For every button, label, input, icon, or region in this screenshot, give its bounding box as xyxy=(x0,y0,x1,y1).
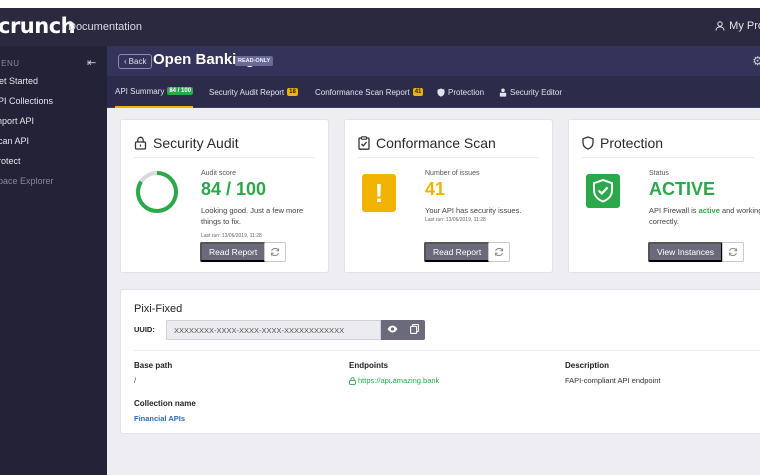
tab-conformance-scan-report-label: Conformance Scan Report xyxy=(315,87,410,97)
sidebar-item-protect[interactable]: Protect xyxy=(0,156,21,166)
tab-security-audit-report[interactable]: Security Audit Report 18 xyxy=(209,76,298,108)
api-name: Pixi-Fixed xyxy=(134,303,183,315)
tab-conformance-scan-report[interactable]: Conformance Scan Report 41 xyxy=(315,76,424,108)
top-navbar: crunch Documentation My Pro xyxy=(0,8,760,46)
audit-score-value: 84 / 100 xyxy=(201,179,267,199)
documentation-link[interactable]: Documentation xyxy=(68,21,142,33)
endpoint-link[interactable]: https://api.amazing.bank xyxy=(349,376,439,385)
audit-read-report-button[interactable]: Read Report xyxy=(200,242,267,262)
endpoint-url: https://api.amazing.bank xyxy=(358,376,440,385)
tab-security-editor-label: Security Editor xyxy=(510,87,563,97)
app-logo[interactable]: crunch xyxy=(0,14,76,38)
scan-issues-label: Number of issues xyxy=(425,170,480,177)
audit-score-label: Audit score xyxy=(201,170,237,177)
audit-issues-badge: 18 xyxy=(287,88,298,96)
user-icon xyxy=(715,21,725,31)
refresh-icon xyxy=(270,247,280,257)
conformance-scan-title: Conformance Scan xyxy=(358,135,496,151)
sidebar: MENU ⇤ Get Started API Collections Impor… xyxy=(0,46,107,475)
collection-name-label: Collection name xyxy=(134,399,196,408)
sidebar-item-import-api[interactable]: Import API xyxy=(0,116,34,126)
warning-icon: ! xyxy=(362,174,396,212)
protection-card: Protection Status ACTIVE API Firewall is… xyxy=(568,119,760,273)
shield-icon xyxy=(437,88,445,97)
base-path-value: / xyxy=(134,376,137,385)
read-only-badge: READ-ONLY xyxy=(235,56,274,66)
copy-icon[interactable] xyxy=(410,323,420,337)
refresh-icon xyxy=(494,247,504,257)
scan-last-run: Last run: 13/06/2019, 11:28 xyxy=(425,217,486,223)
uuid-actions xyxy=(381,320,425,340)
back-button-label: Back xyxy=(128,57,147,66)
back-button[interactable]: ‹ Back xyxy=(118,54,153,69)
scan-description: Your API has security issues. xyxy=(425,206,522,215)
shield-outline-icon xyxy=(582,136,594,150)
tab-security-editor[interactable]: Security Editor xyxy=(499,76,562,108)
security-audit-card: Security Audit Audit score 84 / 100 Look… xyxy=(120,119,329,273)
score-badge: 84 / 100 xyxy=(167,87,194,95)
protection-refresh-button[interactable] xyxy=(722,242,744,262)
description-value: FAPI-compliant API endpoint xyxy=(565,376,661,385)
tab-api-summary-label: API Summary xyxy=(115,86,165,96)
divider xyxy=(134,350,760,351)
conformance-scan-title-text: Conformance Scan xyxy=(376,135,496,151)
endpoints-label: Endpoints xyxy=(349,361,389,370)
collection-name-link[interactable]: Financial APIs xyxy=(134,414,185,423)
protection-description: API Firewall is active and working corre… xyxy=(649,206,760,226)
description-label: Description xyxy=(565,361,610,370)
tab-security-audit-report-label: Security Audit Report xyxy=(209,87,285,97)
protection-status-value: ACTIVE xyxy=(649,179,716,199)
tab-protection-label: Protection xyxy=(448,87,485,97)
scan-issues-badge: 41 xyxy=(412,88,424,96)
eye-icon[interactable] xyxy=(387,325,398,336)
scan-read-report-button[interactable]: Read Report xyxy=(424,242,491,262)
clipboard-check-icon xyxy=(358,136,370,150)
uuid-field[interactable]: XXXXXXXX-XXXX-XXXX-XXXX-XXXXXXXXXXXX xyxy=(166,320,381,340)
user-menu[interactable]: My Pro xyxy=(715,20,760,32)
audit-refresh-button[interactable] xyxy=(264,242,286,262)
view-instances-button[interactable]: View Instances xyxy=(648,242,724,262)
user-lock-icon xyxy=(499,88,507,97)
collapse-sidebar-icon[interactable]: ⇤ xyxy=(87,56,96,69)
divider xyxy=(134,157,315,158)
divider xyxy=(358,157,539,158)
sidebar-item-space-explorer[interactable]: Space Explorer xyxy=(0,176,54,186)
chevron-left-icon: ‹ xyxy=(124,57,127,66)
lock-icon xyxy=(349,376,356,385)
tab-api-summary[interactable]: API Summary 84 / 100 xyxy=(115,76,194,108)
protection-title: Protection xyxy=(582,135,663,151)
refresh-icon xyxy=(728,247,738,257)
security-audit-title-text: Security Audit xyxy=(153,135,239,151)
shield-check-icon xyxy=(586,174,620,208)
conformance-scan-card: Conformance Scan ! Number of issues 41 Y… xyxy=(344,119,553,273)
main-content: Security Audit Audit score 84 / 100 Look… xyxy=(107,108,760,475)
gear-icon[interactable]: ⚙ xyxy=(752,54,760,68)
divider xyxy=(582,157,754,158)
scan-issues-value: 41 xyxy=(425,179,446,199)
lock-icon xyxy=(134,136,147,150)
base-path-label: Base path xyxy=(134,361,173,370)
audit-score-description: Looking good. Just a few more things to … xyxy=(201,206,304,226)
sidebar-item-get-started[interactable]: Get Started xyxy=(0,76,38,86)
api-details-card: Pixi-Fixed UUID: XXXXXXXX-XXXX-XXXX-XXXX… xyxy=(120,289,760,434)
tab-bar: API Summary 84 / 100 Security Audit Repo… xyxy=(107,76,760,108)
scan-refresh-button[interactable] xyxy=(488,242,510,262)
protection-title-text: Protection xyxy=(600,135,664,151)
sidebar-menu-label: MENU xyxy=(0,59,20,68)
protection-status-label: Status xyxy=(649,170,669,177)
page-header: ‹ Back Open Banking READ-ONLY ⚙ xyxy=(107,46,760,76)
user-menu-label: My Pro xyxy=(729,20,760,32)
top-edge xyxy=(0,0,760,8)
audit-score-ring xyxy=(136,171,178,213)
security-audit-title: Security Audit xyxy=(134,135,239,151)
sidebar-item-api-collections[interactable]: API Collections xyxy=(0,96,53,106)
tab-protection[interactable]: Protection xyxy=(437,76,484,108)
audit-last-run: Last run: 13/06/2019, 11:28 xyxy=(201,233,262,239)
uuid-label: UUID: xyxy=(134,325,155,334)
sidebar-item-scan-api[interactable]: Scan API xyxy=(0,136,29,146)
